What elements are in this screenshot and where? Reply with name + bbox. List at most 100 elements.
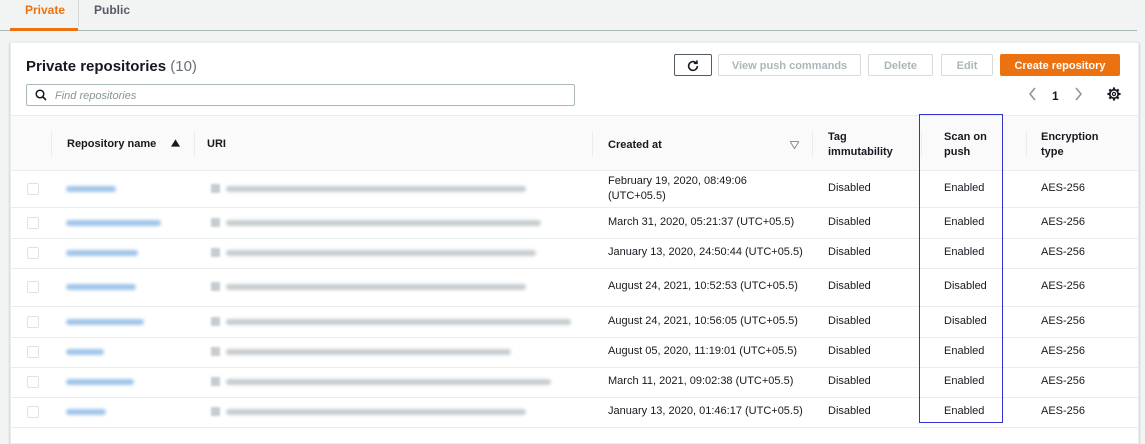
refresh-button[interactable] [674, 54, 712, 76]
search-icon [35, 89, 47, 101]
search-input[interactable] [53, 87, 557, 105]
table-row[interactable]: March 11, 2021, 09:02:38 (UTC+05.5) Disab… [11, 367, 1138, 398]
repository-uri [226, 409, 526, 415]
column-divider [1026, 132, 1027, 156]
column-divider [51, 132, 52, 156]
encryption-type-cell: AES-256 [1041, 405, 1086, 417]
created-at-text: February 19, 2020, 08:49:06 [608, 175, 747, 187]
created-at-cell: August 24, 2021, 10:56:05 (UTC+05.5) [608, 314, 798, 329]
tag-immutability-cell: Disabled [828, 315, 871, 327]
tab-private-label: Private [25, 3, 66, 17]
column-header-label: Tag [828, 131, 847, 143]
column-header-scan-on-push[interactable]: Scan on push [944, 130, 987, 160]
repository-name-link[interactable] [66, 409, 106, 415]
scan-on-push-cell: Enabled [944, 246, 985, 258]
scan-on-push-cell: Disabled [944, 315, 987, 327]
column-header-repository-name[interactable]: Repository name [67, 137, 181, 152]
refresh-icon [687, 60, 699, 72]
row-checkbox[interactable] [27, 183, 39, 195]
created-at-cell: August 24, 2021, 10:52:53 (UTC+05.5) [608, 279, 798, 294]
current-page-number[interactable]: 1 [1052, 89, 1059, 103]
encryption-type-cell: AES-256 [1041, 182, 1086, 194]
copy-uri-icon[interactable] [211, 407, 220, 416]
row-checkbox[interactable] [27, 406, 39, 418]
created-at-text: August 05, 2020, 11:19:01 (UTC+05.5) [608, 345, 798, 357]
table-header: Repository name URI Created at Tag immut… [11, 115, 1138, 171]
column-header-created-at[interactable]: Created at [608, 138, 662, 153]
created-at-text: March 31, 2020, 05:21:37 (UTC+05.5) [608, 216, 795, 228]
created-at-text: January 13, 2020, 24:50:44 (UTC+05.5) [608, 246, 803, 258]
row-checkbox[interactable] [27, 346, 39, 358]
repositories-panel: Private repositories (10) View push comm… [10, 42, 1139, 444]
copy-uri-icon[interactable] [211, 377, 220, 386]
created-at-text: August 24, 2021, 10:56:05 (UTC+05.5) [608, 315, 798, 327]
search-box [26, 84, 575, 106]
repository-name-link[interactable] [66, 349, 104, 355]
copy-uri-icon[interactable] [211, 347, 220, 356]
chevron-right-icon[interactable] [1072, 86, 1084, 102]
column-divider [812, 132, 813, 156]
tag-immutability-cell: Disabled [828, 345, 871, 357]
table-row[interactable]: January 13, 2020, 01:46:17 (UTC+05.5) Dis… [11, 397, 1138, 428]
table-row[interactable]: January 13, 2020, 24:50:44 (UTC+05.5) Dis… [11, 238, 1138, 269]
tab-private[interactable]: Private [10, 0, 78, 31]
column-divider [921, 132, 922, 156]
table-row[interactable]: August 24, 2021, 10:56:05 (UTC+05.5) Disa… [11, 306, 1138, 338]
encryption-type-cell: AES-256 [1041, 280, 1086, 292]
copy-uri-icon[interactable] [211, 317, 220, 326]
created-at-cell: January 13, 2020, 01:46:17 (UTC+05.5) [608, 404, 803, 419]
panel-title-text: Private repositories [26, 58, 167, 75]
copy-uri-icon[interactable] [211, 184, 220, 193]
chevron-left-icon[interactable] [1027, 86, 1039, 102]
row-checkbox[interactable] [27, 281, 39, 293]
sort-descending-icon[interactable] [790, 141, 799, 149]
column-header-tag-immutability[interactable]: Tag immutability [828, 130, 893, 160]
column-header-label: push [944, 146, 971, 158]
row-checkbox[interactable] [27, 217, 39, 229]
repository-name-link[interactable] [66, 319, 144, 325]
row-checkbox[interactable] [27, 316, 39, 328]
delete-button[interactable]: Delete [868, 54, 933, 76]
encryption-type-cell: AES-256 [1041, 246, 1086, 258]
tab-public[interactable]: Public [79, 0, 139, 30]
repository-name-link[interactable] [66, 379, 134, 385]
tag-immutability-cell: Disabled [828, 375, 871, 387]
repository-count: (10) [170, 58, 197, 75]
encryption-type-cell: AES-256 [1041, 345, 1086, 357]
gear-icon[interactable] [1107, 87, 1121, 101]
scan-on-push-cell: Enabled [944, 345, 985, 357]
repository-name-link[interactable] [66, 250, 138, 256]
tag-immutability-cell: Disabled [828, 182, 871, 194]
column-divider [592, 132, 593, 156]
create-repository-button[interactable]: Create repository [1000, 54, 1120, 76]
table-row[interactable]: February 19, 2020, 08:49:06 (UTC+05.5) Dis… [11, 170, 1138, 208]
copy-uri-icon[interactable] [211, 218, 220, 227]
column-header-label: Repository name [67, 138, 157, 150]
row-checkbox[interactable] [27, 247, 39, 259]
created-at-text: August 24, 2021, 10:52:53 (UTC+05.5) [608, 280, 798, 292]
column-header-uri[interactable]: URI [207, 137, 226, 152]
repository-name-link[interactable] [66, 186, 116, 192]
view-push-commands-button[interactable]: View push commands [718, 54, 861, 76]
tag-immutability-cell: Disabled [828, 246, 871, 258]
column-header-label: type [1041, 146, 1064, 158]
repository-name-link[interactable] [66, 284, 136, 290]
copy-uri-icon[interactable] [211, 248, 220, 257]
repository-name-link[interactable] [66, 220, 161, 226]
column-header-encryption-type[interactable]: Encryption type [1041, 130, 1098, 160]
row-checkbox[interactable] [27, 376, 39, 388]
tag-immutability-cell: Disabled [828, 280, 871, 292]
table-row[interactable]: August 05, 2020, 11:19:01 (UTC+05.5) Disa… [11, 337, 1138, 368]
sort-ascending-icon[interactable] [171, 139, 181, 147]
copy-uri-icon[interactable] [211, 282, 220, 291]
tag-immutability-cell: Disabled [828, 216, 871, 228]
column-header-label: immutability [828, 146, 893, 158]
repository-uri [226, 284, 526, 290]
table-row[interactable]: August 24, 2021, 10:52:53 (UTC+05.5) Disa… [11, 268, 1138, 307]
edit-button[interactable]: Edit [941, 54, 993, 76]
created-at-cell: March 31, 2020, 05:21:37 (UTC+05.5) [608, 215, 794, 230]
created-at-cell: August 05, 2020, 11:19:01 (UTC+05.5) [608, 344, 797, 359]
scan-on-push-cell: Enabled [944, 182, 985, 194]
table-row[interactable]: March 31, 2020, 05:21:37 (UTC+05.5) Disab… [11, 207, 1138, 239]
encryption-type-cell: AES-256 [1041, 315, 1086, 327]
